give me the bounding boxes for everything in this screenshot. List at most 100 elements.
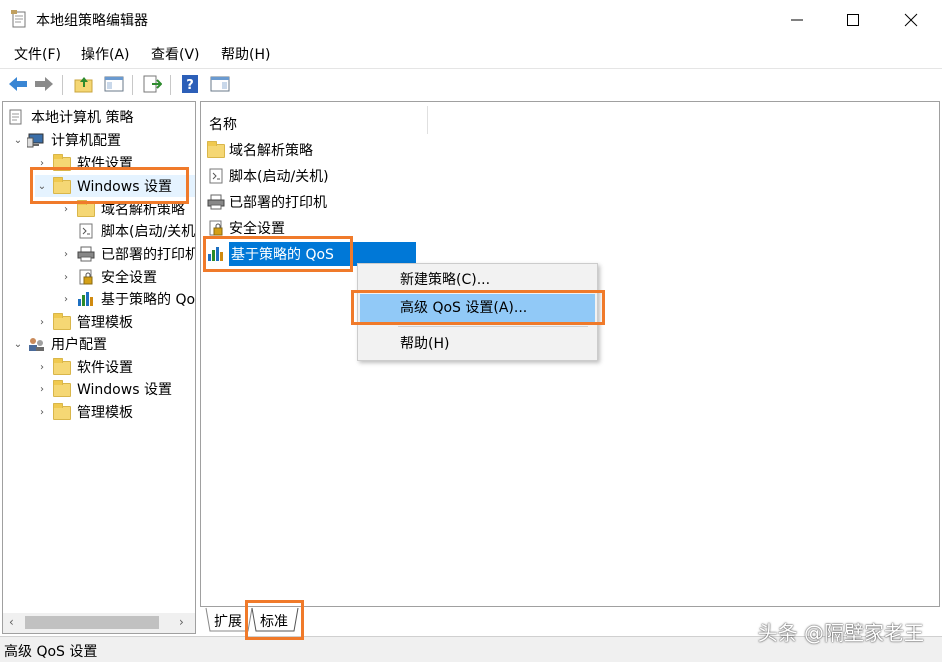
column-header-name[interactable]: 名称 <box>209 114 237 134</box>
folder-icon <box>53 154 71 171</box>
context-menu: 新建策略(C)... 高级 QoS 设置(A)... 帮助(H) <box>357 263 598 361</box>
menu-help[interactable]: 帮助(H) <box>221 44 270 64</box>
show-hide-tree-button[interactable] <box>102 72 126 96</box>
menu-view[interactable]: 查看(V) <box>151 44 200 64</box>
forward-button[interactable] <box>32 72 56 96</box>
window-title: 本地组策略编辑器 <box>36 13 148 29</box>
help-button[interactable]: ? <box>178 72 202 96</box>
title-bar: 本地组策略编辑器 <box>0 0 942 40</box>
script-icon <box>209 168 223 184</box>
tree-item-computer-software[interactable]: › 软件设置 <box>35 152 133 174</box>
chevron-down-icon[interactable]: ⌄ <box>35 181 49 192</box>
column-separator[interactable] <box>427 106 428 134</box>
list-item-scripts[interactable]: 脚本(启动/关机) <box>207 164 329 188</box>
scrollbar-thumb[interactable] <box>25 616 159 629</box>
chevron-right-icon[interactable]: › <box>59 294 73 305</box>
tree-item-security-settings[interactable]: › 安全设置 <box>59 266 157 288</box>
menu-bar: 文件(F) 操作(A) 查看(V) 帮助(H) <box>0 42 942 66</box>
tree-item-computer-admin-templates[interactable]: › 管理模板 <box>35 311 133 333</box>
tree-item-user-software[interactable]: › 软件设置 <box>35 356 133 378</box>
chevron-right-icon[interactable]: › <box>59 272 73 283</box>
context-menu-advanced-qos-settings[interactable]: 高级 QoS 设置(A)... <box>360 294 595 322</box>
tree-label: 管理模板 <box>77 405 133 421</box>
tree-item-user-config[interactable]: ⌄ 用户配置 <box>11 333 107 355</box>
help-icon: ? <box>182 75 198 93</box>
tree-item-root[interactable]: 本地计算机 策略 <box>5 106 133 128</box>
watermark: 头条 @隔壁家老王 <box>757 621 924 645</box>
back-button[interactable] <box>6 72 30 96</box>
tree-label: 本地计算机 策略 <box>31 110 134 126</box>
context-menu-new-policy[interactable]: 新建策略(C)... <box>360 266 595 294</box>
up-level-button[interactable] <box>72 72 96 96</box>
folder-icon <box>53 177 71 194</box>
chevron-right-icon[interactable]: › <box>35 407 49 418</box>
tree-item-policy-qos[interactable]: › 基于策略的 QoS <box>59 288 196 310</box>
security-icon <box>79 269 93 285</box>
export-list-icon <box>143 75 162 93</box>
list-item-security-settings[interactable]: 安全设置 <box>207 216 285 240</box>
chevron-right-icon[interactable]: › <box>35 317 49 328</box>
back-icon <box>9 77 27 91</box>
tree-item-user-admin-templates[interactable]: › 管理模板 <box>35 401 133 423</box>
tree-label: 用户配置 <box>51 337 107 353</box>
maximize-button[interactable] <box>824 0 882 40</box>
tab-extended[interactable]: 扩展 <box>210 609 246 633</box>
context-menu-help[interactable]: 帮助(H) <box>360 330 595 358</box>
tree-item-deployed-printers[interactable]: › 已部署的打印机 <box>59 243 196 265</box>
tree-item-computer-config[interactable]: ⌄ 计算机配置 <box>11 129 121 151</box>
toolbar: ? <box>0 68 942 100</box>
tree-label: 计算机配置 <box>51 133 121 149</box>
chevron-right-icon[interactable]: › <box>59 204 73 215</box>
list-item-label: 已部署的打印机 <box>229 195 327 211</box>
tree-item-scripts[interactable]: 脚本(启动/关机) <box>59 220 196 242</box>
tree-item-user-windows-settings[interactable]: › Windows 设置 <box>35 378 172 400</box>
up-folder-icon <box>74 77 93 93</box>
forward-icon <box>35 77 53 91</box>
folder-icon <box>53 313 71 330</box>
tree-label: 安全设置 <box>101 270 157 286</box>
tree-label: 软件设置 <box>77 360 133 376</box>
tree-item-dns-policy[interactable]: › 域名解析策略 <box>59 198 185 220</box>
tree-label: 基于策略的 QoS <box>101 292 196 308</box>
chevron-down-icon[interactable]: ⌄ <box>11 135 25 146</box>
close-icon <box>904 13 918 27</box>
user-icon <box>29 338 44 351</box>
policy-editor-app-icon <box>11 10 26 28</box>
close-button[interactable] <box>882 0 940 40</box>
menu-action[interactable]: 操作(A) <box>81 44 130 64</box>
qos-chart-icon <box>208 247 223 261</box>
chevron-right-icon[interactable]: › <box>35 362 49 373</box>
show-hide-tree-icon <box>104 76 124 92</box>
console-tree[interactable]: 本地计算机 策略 ⌄ 计算机配置 › 软件设置 ⌄ Windows 设置 › 域… <box>2 101 196 634</box>
svg-text:?: ? <box>186 78 194 93</box>
action-pane-button[interactable] <box>208 72 232 96</box>
maximize-icon <box>847 14 859 26</box>
policy-document-icon <box>9 109 22 125</box>
computer-icon <box>27 133 44 148</box>
tree-label: Windows 设置 <box>77 179 172 195</box>
context-menu-separator <box>398 326 588 327</box>
chevron-right-icon[interactable]: › <box>35 158 49 169</box>
export-list-button[interactable] <box>140 72 164 96</box>
tree-label: 脚本(启动/关机) <box>101 224 196 240</box>
list-item-label: 域名解析策略 <box>229 143 313 159</box>
menu-file[interactable]: 文件(F) <box>14 44 61 64</box>
chevron-right-icon[interactable]: › <box>59 249 73 260</box>
scroll-right-icon[interactable]: › <box>179 615 184 629</box>
tree-item-computer-windows-settings[interactable]: ⌄ Windows 设置 <box>35 175 195 197</box>
minimize-button[interactable] <box>768 0 826 40</box>
list-item-dns-policy[interactable]: 域名解析策略 <box>207 138 313 162</box>
folder-icon <box>53 358 71 375</box>
status-text: 高级 QoS 设置 <box>4 644 98 660</box>
chevron-right-icon[interactable]: › <box>35 384 49 395</box>
chevron-down-icon[interactable]: ⌄ <box>11 339 25 350</box>
tab-standard[interactable]: 标准 <box>256 609 292 633</box>
scroll-left-icon[interactable]: ‹ <box>9 615 14 629</box>
folder-icon <box>207 141 225 158</box>
list-item-deployed-printers[interactable]: 已部署的打印机 <box>207 190 327 214</box>
horizontal-scrollbar[interactable]: ‹ › <box>3 613 195 633</box>
tree-label: 已部署的打印机 <box>101 247 196 263</box>
minimize-icon <box>791 19 803 21</box>
toolbar-separator <box>132 75 133 95</box>
security-icon <box>209 220 223 236</box>
